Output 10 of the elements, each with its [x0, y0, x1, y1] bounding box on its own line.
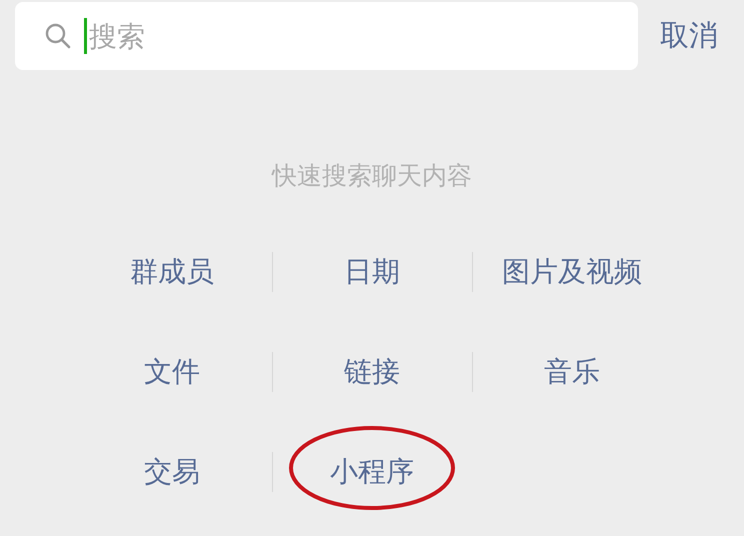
category-link[interactable]: 日期	[340, 253, 404, 291]
category-link[interactable]: 群成员	[126, 253, 218, 291]
category-link[interactable]: 文件	[140, 353, 204, 391]
cancel-button[interactable]: 取消	[656, 16, 722, 56]
category-link[interactable]: 链接	[340, 353, 404, 391]
category-link[interactable]: 交易	[140, 453, 204, 491]
hint-text: 快速搜索聊天内容	[270, 160, 473, 192]
category-link[interactable]: 图片及视频	[498, 253, 646, 291]
category-link[interactable]: 音乐	[540, 353, 604, 391]
search-field[interactable]: 搜索	[15, 2, 638, 70]
